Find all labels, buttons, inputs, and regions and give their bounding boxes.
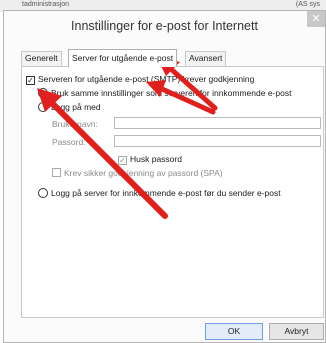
requires-auth-label: Serveren for utgående e-post (SMTP) krev… xyxy=(38,74,255,84)
same-settings-row[interactable]: Bruk samme innstillinger som serveren fo… xyxy=(38,88,291,99)
tab-outgoing-server[interactable]: Server for utgående e-post xyxy=(68,49,178,67)
username-field[interactable] xyxy=(114,117,321,129)
outgoing-server-panel: ✓ Serveren for utgående e-post (SMTP) kre… xyxy=(21,66,324,318)
remember-password-row[interactable]: ✓ Husk passord xyxy=(118,154,182,165)
logon-incoming-first-row[interactable]: Logg på server for innkommende e-post fø… xyxy=(38,188,281,199)
logon-with-row[interactable]: Logg på med xyxy=(38,102,101,113)
password-field[interactable] xyxy=(114,135,321,147)
password-label: Passord: xyxy=(52,137,86,147)
spa-checkbox[interactable] xyxy=(52,168,61,177)
logon-incoming-first-label: Logg på server for innkommende e-post fø… xyxy=(51,188,281,198)
username-label: Brukernavn: xyxy=(52,119,98,129)
same-settings-label: Bruk samme innstillinger som serveren fo… xyxy=(51,88,292,98)
spa-row[interactable]: Krev sikker godkjenning av passord (SPA) xyxy=(52,168,223,179)
logon-incoming-first-radio[interactable] xyxy=(38,188,48,198)
tab-general[interactable]: Generelt xyxy=(21,51,62,66)
email-settings-dialog: Innstillinger for e-post for Internett ✕… xyxy=(3,10,326,343)
requires-auth-row[interactable]: ✓ Serveren for utgående e-post (SMTP) kre… xyxy=(26,74,254,85)
spa-label: Krev sikker godkjenning av passord (SPA) xyxy=(64,168,223,178)
background-left-text: tadministrasjon xyxy=(22,1,70,8)
requires-auth-checkbox[interactable]: ✓ xyxy=(26,76,35,85)
dialog-title: Innstillinger for e-post for Internett xyxy=(71,19,258,33)
background-right-text: (AS sys xyxy=(295,1,320,8)
ok-button[interactable]: OK xyxy=(205,323,263,340)
logon-with-radio[interactable] xyxy=(38,102,48,112)
same-settings-radio[interactable] xyxy=(38,88,48,98)
close-icon[interactable]: ✕ xyxy=(307,11,325,27)
remember-password-checkbox[interactable]: ✓ xyxy=(118,156,127,165)
tab-advanced[interactable]: Avansert xyxy=(185,51,227,66)
cancel-button[interactable]: Avbryt xyxy=(269,323,324,340)
logon-with-label: Logg på med xyxy=(51,102,101,112)
remember-password-label: Husk passord xyxy=(130,154,182,164)
